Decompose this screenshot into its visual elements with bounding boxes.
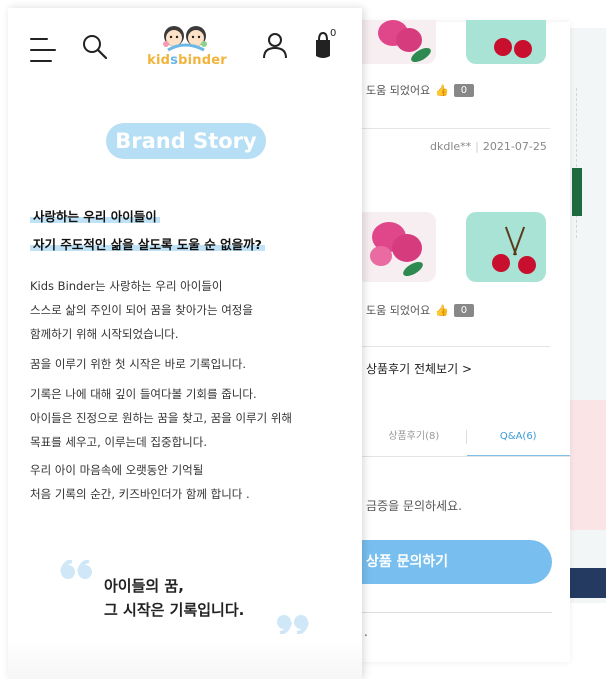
logo-wordmark: kidsbinder [147, 53, 227, 68]
review-image-flower[interactable] [356, 20, 436, 64]
brand-story-panel: kidsbinder 0 Brand Story 사랑하는 우리 아이들이 자기… [8, 8, 362, 679]
headline-line-1: 사랑하는 우리 아이들이 [30, 206, 160, 225]
review-date: 2021-07-25 [482, 140, 547, 153]
helpful-count: 0 [453, 303, 474, 317]
menu-icon[interactable] [30, 32, 58, 66]
helpful-count: 0 [453, 83, 474, 97]
search-icon[interactable] [80, 32, 110, 62]
background-page-edge [570, 28, 606, 603]
divider [362, 128, 550, 129]
decorative-block [572, 168, 582, 216]
reviewer-name: dkdle** [430, 140, 472, 153]
cart-icon[interactable]: 0 [312, 28, 346, 62]
helpful-label: 도움 되었어요 [366, 84, 431, 97]
helpful-label: 도움 되었어요 [366, 304, 431, 317]
mobile-header: kidsbinder 0 [8, 8, 362, 88]
decorative-band [570, 568, 606, 598]
user-icon[interactable] [260, 30, 290, 62]
tab-qa[interactable]: Q&A(6) [466, 427, 570, 457]
review-meta: dkdle** | 2021-07-25 [430, 140, 547, 153]
tab-reviews[interactable]: 상품후기(8) [362, 427, 466, 457]
decorative-band [570, 400, 606, 530]
helpful-row: 도움 되었어요 👍 0 [366, 82, 474, 98]
divider [362, 612, 552, 613]
story-paragraph-3: 기록은 나에 대해 깊이 들여다볼 기회를 줍니다. 아이들은 진정으로 원하는… [30, 387, 293, 449]
see-all-reviews-link[interactable]: 상품후기 전체보기 > [366, 360, 472, 377]
logo-kids-icon [163, 26, 207, 52]
thumbs-up-icon[interactable]: 👍 [435, 84, 449, 97]
story-paragraph-1: Kids Binder는 사랑하는 우리 아이들이 스스로 삶의 주인이 되어 … [30, 279, 253, 341]
review-image-cherry[interactable] [466, 20, 546, 64]
open-quote-icon [60, 559, 96, 586]
cart-count-badge: 0 [330, 28, 337, 39]
product-inquiry-button[interactable]: 상품 문의하기 [356, 540, 552, 584]
story-paragraph-2: 꿈을 이루기 위한 첫 시작은 바로 기록입니다. [30, 357, 247, 371]
story-paragraph-4: 우리 아이 마음속에 오랫동안 기억될 처음 기록의 순간, 키즈바인더가 함께… [30, 463, 250, 501]
headline-line-2: 자기 주도적인 삶을 살도록 도울 순 없을까? [30, 234, 265, 253]
panel-bottom-fade [8, 638, 362, 679]
review-image-cherry[interactable] [466, 212, 546, 282]
review-tabs: 상품후기(8) Q&A(6) [362, 427, 570, 457]
truncated-text: . [364, 625, 368, 639]
kidsbinder-logo[interactable]: kidsbinder [144, 22, 230, 72]
tabs-underline [362, 456, 570, 457]
helpful-row: 도움 되었어요 👍 0 [366, 302, 474, 318]
divider [362, 346, 550, 347]
brand-story-title: Brand Story [106, 123, 266, 159]
inquiry-prompt: 금증을 문의하세요. [366, 499, 462, 513]
review-image-flower[interactable] [356, 212, 436, 282]
close-quote-icon [274, 612, 310, 638]
closing-quote: 아이들의 꿈, 그 시작은 기록입니다. [104, 577, 245, 619]
thumbs-up-icon[interactable]: 👍 [435, 304, 449, 317]
